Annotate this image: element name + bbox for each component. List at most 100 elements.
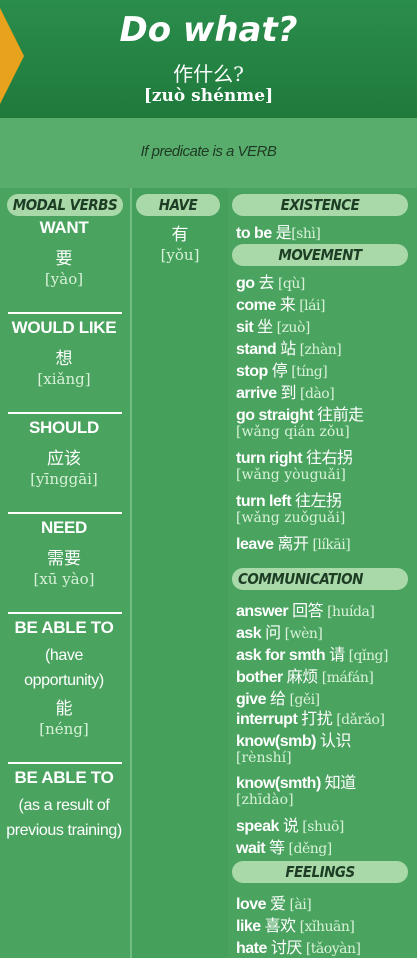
entry-chinese: 喜欢 — [264, 916, 297, 935]
feelings-pill: FEELINGS — [232, 861, 408, 883]
want-pinyin: [yào] — [44, 270, 84, 288]
divider — [8, 512, 122, 514]
would-like-pinyin: [xiǎng] — [37, 370, 91, 388]
entry-chinese: 往右拐 — [306, 448, 353, 467]
entry-chinese: 站 — [280, 339, 296, 358]
communication-entry: know(smb) 认识 — [236, 727, 351, 751]
entry-chinese: 是 — [275, 223, 292, 242]
entry-pinyin: [zhīdào] — [236, 792, 294, 808]
entry-pinyin: [tǎoyàn] — [305, 941, 361, 957]
movement-entry: arrive 到 [dào] — [236, 379, 335, 403]
movement-entry: come 来 [lái] — [236, 291, 325, 315]
entry-chinese: 离开 — [277, 534, 310, 553]
communication-entry: answer 回答 [huída] — [236, 597, 375, 621]
entry-pinyin: [wǎng zuǒguǎi] — [236, 510, 346, 526]
entry-pinyin: [tíng] — [291, 364, 328, 380]
be-able-to-trained-label: BE ABLE TO — [14, 768, 114, 787]
entry-chinese: 去 — [258, 273, 275, 292]
entry-english: like — [236, 918, 261, 935]
want-chinese: 要 — [55, 249, 73, 269]
communication-entry: bother 麻烦 [máfán] — [236, 663, 374, 687]
entry-pinyin: [huída] — [327, 604, 375, 620]
entry-chinese: 打扰 — [301, 709, 333, 728]
divider — [8, 312, 122, 314]
entry-pinyin: [dào] — [300, 386, 335, 402]
movement-entry: turn left 往左拐 — [236, 487, 342, 511]
movement-entry: sit 坐 [zuò] — [236, 313, 310, 337]
be-able-to-label: BE ABLE TO — [14, 618, 114, 637]
entry-chinese: 讨厌 — [270, 938, 303, 957]
entry-chinese: 爱 — [269, 894, 286, 913]
subtitle-pinyin: [zuò shénme] — [143, 86, 274, 106]
movement-entry: leave 离开 [líkāi] — [236, 530, 351, 554]
want-label: WANT — [39, 218, 89, 237]
feelings-entry: love 爱 [ài] — [236, 890, 312, 914]
entry-pinyin: [rènshí] — [236, 750, 292, 766]
entry-chinese: 认识 — [319, 731, 352, 750]
entry-chinese: 说 — [282, 816, 299, 835]
entry-english: speak — [236, 818, 279, 835]
entry-chinese: 来 — [279, 295, 296, 314]
entry-pinyin: [wǎng yòuguǎi] — [236, 467, 346, 483]
entry-pinyin: [ài] — [289, 897, 312, 913]
be-able-to-trained-note: (as a result of — [18, 797, 110, 814]
predicate-note: If predicate is a VERB — [140, 143, 277, 160]
entry-chinese: 往左拐 — [295, 491, 342, 510]
entry-pinyin: [líkāi] — [312, 537, 351, 553]
modal-verbs-pill: MODAL VERBS — [7, 194, 123, 216]
divider — [8, 612, 122, 614]
subtitle-chinese: 作什么? — [173, 62, 244, 86]
entry-english: go — [236, 275, 255, 292]
communication-entry: ask 问 [wèn] — [236, 619, 323, 643]
be-able-to-note: opportunity) — [24, 672, 104, 689]
entry-chinese: 请 — [329, 645, 345, 664]
movement-entry: go straight 往前走 — [236, 401, 364, 425]
entry-english: interrupt — [236, 711, 298, 728]
entry-english: turn right — [236, 450, 303, 467]
be-able-to-note: (have — [44, 647, 84, 664]
need-pinyin: [xū yào] — [33, 570, 95, 588]
be-able-to-pinyin: [néng] — [39, 720, 89, 738]
need-label: NEED — [40, 518, 88, 537]
entry-english: stop — [236, 363, 268, 380]
entry-english: know(smth) — [236, 775, 321, 792]
divider — [8, 762, 122, 764]
page-title: Do what? — [119, 10, 298, 50]
entry-chinese: 问 — [265, 623, 281, 642]
should-chinese: 应该 — [47, 449, 81, 469]
movement-entry: turn right 往右拐 — [236, 444, 353, 468]
entry-english: come — [236, 297, 276, 314]
entry-english: know(smb) — [236, 733, 316, 750]
entry-pinyin: [qǐng] — [348, 648, 389, 664]
have-chinese: 有 — [171, 225, 189, 245]
entry-pinyin: [wèn] — [284, 626, 323, 642]
divider — [8, 412, 122, 414]
entry-chinese: 到 — [280, 383, 297, 402]
entry-pinyin: [lái] — [299, 298, 325, 314]
entry-chinese: 往前走 — [317, 405, 364, 424]
be-able-to-chinese: 能 — [55, 699, 73, 719]
entry-pinyin: [zhàn] — [299, 342, 342, 358]
movement-entry: stop 停 [tíng] — [236, 357, 328, 381]
feelings-entry: hate 讨厌 [tǎoyàn] — [236, 934, 361, 958]
have-pill: HAVE — [136, 194, 220, 216]
entry-english: turn left — [236, 493, 292, 510]
entry-pinyin: [qù] — [277, 276, 305, 292]
existence-pill: EXISTENCE — [232, 194, 408, 216]
entry-english: leave — [236, 536, 274, 553]
feelings-entry: like 喜欢 [xǐhuān] — [236, 912, 355, 936]
entry-pinyin: [wǎng qián zǒu] — [236, 424, 350, 440]
entry-chinese: 麻烦 — [286, 667, 319, 686]
entry-pinyin: [shuō] — [302, 819, 344, 835]
communication-entry: speak 说 [shuō] — [236, 812, 344, 836]
be-able-to-trained-note: previous training) — [6, 822, 122, 839]
communication-entry: know(smth) 知道 — [236, 769, 356, 793]
entry-english: hate — [236, 940, 267, 957]
entry-english: wait — [236, 840, 266, 857]
entry-chinese: 停 — [271, 361, 288, 380]
entry-english: stand — [236, 341, 277, 358]
entry-english: sit — [236, 319, 254, 336]
should-pinyin: [yīnggāi] — [30, 470, 98, 488]
would-like-label: WOULD LIKE — [11, 318, 117, 337]
entry-english: ask — [236, 625, 262, 642]
